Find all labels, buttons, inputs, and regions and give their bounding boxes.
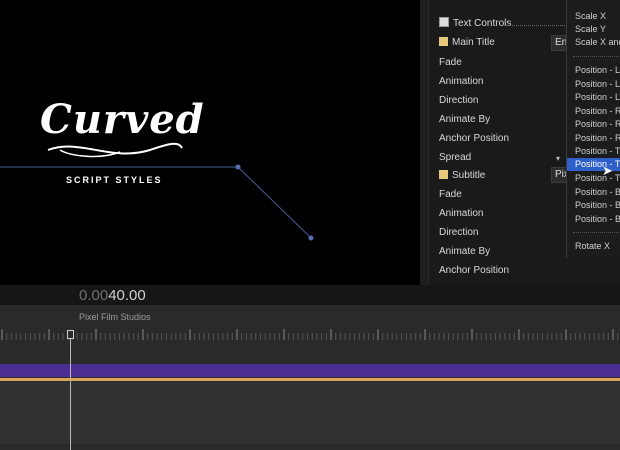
anchor-position-label: Anchor Position	[439, 133, 510, 144]
menu-item-scale-x[interactable]: Scale X	[567, 10, 620, 23]
path-point[interactable]	[235, 164, 241, 170]
text-controls-row[interactable]: Text Controls	[439, 17, 511, 29]
timecode-dim: 0.00	[79, 287, 109, 304]
menu-item-position[interactable]: Position - B	[567, 186, 620, 199]
animate-by-label: Animate By	[439, 114, 491, 125]
timecode-display[interactable]: 0.0040.00	[79, 287, 146, 304]
menu-item-position[interactable]: Position - R	[567, 105, 620, 118]
menu-item-position[interactable]: Position - B	[567, 199, 620, 212]
direction-label: Direction	[439, 95, 479, 106]
spread-label: Spread	[439, 152, 472, 163]
timecode-value: 40.00	[108, 287, 146, 304]
menu-item-position[interactable]: Position - B	[567, 213, 620, 226]
main-title-row[interactable]: Main Title	[439, 37, 495, 48]
menu-separator	[573, 56, 620, 57]
viewer-canvas[interactable]: Curved SCRIPT STYLES	[0, 0, 420, 285]
edit-text-icon[interactable]	[439, 170, 448, 179]
audio-track-line[interactable]	[0, 378, 620, 381]
checkbox-icon[interactable]	[439, 17, 449, 27]
project-label: Pixel Film Studios	[79, 312, 151, 322]
animate-by-label: Animate By	[439, 246, 491, 257]
edit-text-icon[interactable]	[439, 37, 448, 46]
menu-item-position[interactable]: Position - R	[567, 118, 620, 131]
empty-track[interactable]	[0, 382, 620, 444]
timeline-ruler[interactable]	[0, 328, 620, 342]
pointer-cursor-icon: ➤	[602, 163, 613, 178]
subtitle-row[interactable]: Subtitle	[439, 170, 485, 181]
menu-item-scale-xy[interactable]: Scale X and	[567, 36, 620, 49]
path-point[interactable]	[308, 235, 314, 241]
text-controls-label: Text Controls	[453, 18, 512, 29]
playhead[interactable]	[70, 330, 71, 450]
logo-title: Curved	[40, 96, 205, 143]
menu-item-position[interactable]: Position - L	[567, 78, 620, 91]
subtitle-label: Subtitle	[452, 170, 486, 181]
title-clip[interactable]	[0, 364, 620, 377]
pin-icon[interactable]: ▾	[556, 154, 560, 163]
animation-label: Animation	[439, 208, 484, 219]
fade-label: Fade	[439, 189, 462, 200]
menu-item-position[interactable]: Position - L	[567, 64, 620, 77]
menu-item-scale-y[interactable]: Scale Y	[567, 23, 620, 36]
menu-item-rotate-x[interactable]: Rotate X	[567, 240, 620, 253]
playhead-handle[interactable]	[67, 330, 74, 339]
animation-label: Animation	[439, 76, 484, 87]
menu-item-position[interactable]: Position - L	[567, 91, 620, 104]
anchor-position-label: Anchor Position	[439, 265, 510, 276]
main-title-label: Main Title	[452, 37, 495, 48]
dropdown-menu[interactable]: Scale X Scale Y Scale X and Position - L…	[566, 0, 620, 258]
menu-separator	[573, 232, 620, 233]
fade-label: Fade	[439, 57, 462, 68]
direction-label: Direction	[439, 227, 479, 238]
menu-item-position[interactable]: Position - R	[567, 132, 620, 145]
menu-item-position[interactable]: Position - T	[567, 145, 620, 158]
logo-subtitle: SCRIPT STYLES	[66, 175, 163, 185]
